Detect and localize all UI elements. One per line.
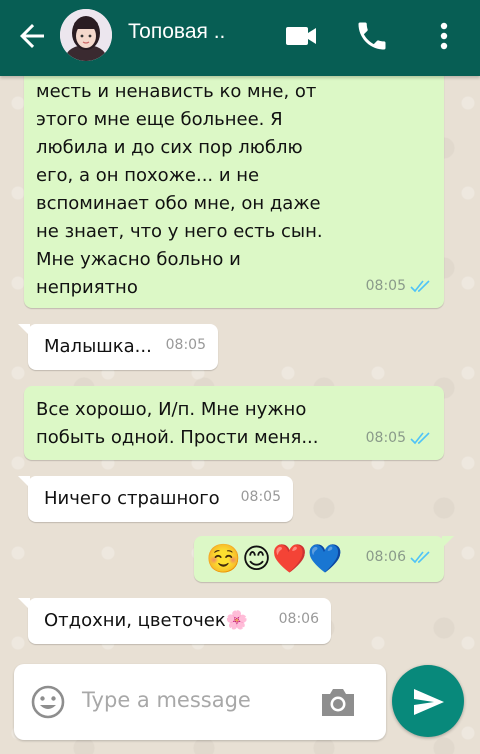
message-bubble-outgoing[interactable]: Все хорошо, И/п. Мне нужно побыть одной.… [24,386,444,460]
message-time: 08:05 [165,337,206,353]
more-vert-icon[interactable] [424,18,464,54]
back-arrow-icon[interactable] [14,18,50,54]
read-ticks-icon [410,432,430,445]
phone-icon[interactable] [352,18,392,54]
send-icon [414,689,444,715]
message-bubble-incoming[interactable]: Ничего страшного 08:05 [18,476,293,522]
message-bubble-incoming[interactable]: Отдохни, цветочек🌸 08:06 [18,598,331,644]
message-time: 08:05 [365,430,406,446]
message-bubble-incoming[interactable]: Малышка... 08:05 [18,324,218,370]
message-time: 08:06 [365,549,406,565]
message-meta: 08:05 [366,424,432,452]
message-time: 08:05 [365,278,406,294]
message-list[interactable]: месть и ненависть ко мне, от этого мне е… [0,76,480,754]
message-time: 08:05 [240,489,281,505]
video-call-icon[interactable] [282,18,322,54]
message-meta: 08:05 [241,483,281,511]
message-bubble-outgoing[interactable]: месть и ненависть ко мне, от этого мне е… [24,76,444,308]
send-button[interactable] [392,665,464,737]
message-time: 08:06 [278,611,319,627]
message-meta: 08:05 [166,331,206,359]
message-meta: 08:06 [279,605,319,633]
camera-icon[interactable] [318,684,358,720]
contact-name[interactable]: Топовая .. [128,20,225,44]
chat-header: Топовая .. [0,0,480,76]
avatar[interactable] [60,9,112,61]
message-composer[interactable]: Type a message [14,664,386,740]
message-meta: 08:06 [366,543,432,571]
read-ticks-icon [410,280,430,293]
message-text: месть и ненависть ко мне, от этого мне е… [36,81,323,298]
message-input[interactable]: Type a message [82,688,251,712]
emoji-icon[interactable] [30,684,66,720]
message-meta: 08:05 [366,272,432,300]
message-bubble-outgoing[interactable]: ☺️😊❤️💙 08:06 [194,536,454,582]
read-ticks-icon [410,551,430,564]
